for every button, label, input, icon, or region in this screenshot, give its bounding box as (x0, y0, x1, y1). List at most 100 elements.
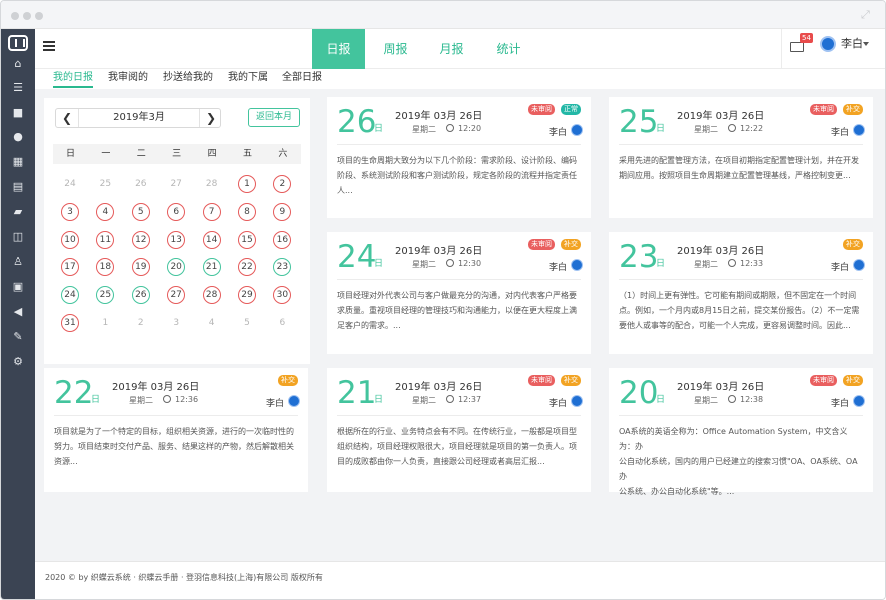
calendar-day[interactable]: 7 (202, 202, 221, 221)
calendar-day[interactable]: 10 (61, 230, 79, 249)
report-time: 12:30 (458, 259, 482, 268)
top-nav: 日报 周报 月报 统计 54 李白 (35, 29, 885, 69)
excerpt-line: 人... (337, 186, 353, 195)
calendar-day[interactable]: 22 (238, 258, 256, 277)
menu-toggle-icon[interactable] (43, 41, 55, 51)
window-zoom-dot[interactable] (35, 12, 43, 20)
expand-icon[interactable]: ⤢ (861, 9, 873, 21)
calendar-day[interactable]: 15 (238, 230, 256, 249)
users-icon[interactable]: ● (1, 126, 35, 148)
calendar-day[interactable]: 12 (131, 230, 150, 249)
mail-count-badge: 54 (800, 33, 813, 43)
list-icon[interactable]: ☰ (1, 77, 35, 99)
chevron-down-icon[interactable] (863, 42, 869, 46)
tab-stats[interactable]: 统计 (482, 29, 535, 69)
subtab-subordinates[interactable]: 我的下属 (228, 69, 268, 88)
report-card[interactable]: 24 日 2019年 03月 26日 星期二 12:30 补交 未审阅 李白 项目经理对外代表公… (327, 232, 591, 354)
briefcase-icon[interactable]: ■ (1, 102, 35, 124)
excerpt-line: 阶段、系统测试阶段和客户测试阶段，规定各阶段的流程并指定责任 (337, 171, 577, 180)
calendar-day[interactable]: 25 (96, 286, 115, 305)
calendar-day[interactable]: 9 (273, 202, 292, 221)
calendar-day[interactable]: 29 (238, 286, 256, 305)
calendar-day[interactable]: 6 (167, 202, 186, 221)
calendar-day[interactable]: 16 (273, 230, 292, 249)
tab-monthly[interactable]: 月报 (425, 29, 478, 69)
calendar-day[interactable]: 1 (96, 314, 114, 332)
calendar-day[interactable]: 21 (202, 258, 221, 277)
calendar-day[interactable]: 27 (167, 175, 185, 193)
tab-weekly[interactable]: 周报 (369, 29, 422, 69)
calendar-day[interactable]: 28 (203, 175, 221, 193)
calendar-day[interactable]: 5 (238, 314, 256, 332)
calendar-day[interactable]: 31 (61, 314, 79, 332)
report-weekday: 星期二 (412, 125, 436, 134)
home-icon[interactable]: ⌂ (1, 53, 35, 75)
report-card[interactable]: 21 日 2019年 03月 26日 星期二 12:37 补交 未审阅 李白 根据所在的行业、业… (327, 368, 591, 492)
calendar-day[interactable]: 5 (131, 202, 150, 221)
person-icon[interactable]: ♙ (1, 251, 35, 273)
megaphone-icon[interactable]: ◀ (1, 301, 35, 323)
subtab-reviewed[interactable]: 我审阅的 (108, 69, 148, 88)
calendar-day[interactable]: 28 (202, 286, 221, 305)
calendar-day[interactable]: 26 (131, 286, 150, 305)
calendar-day[interactable]: 27 (167, 286, 186, 305)
columns-icon[interactable]: ◫ (1, 226, 35, 248)
calendar-day[interactable]: 24 (61, 286, 79, 305)
calendar-day[interactable]: 25 (96, 175, 114, 193)
mail-icon[interactable] (790, 42, 804, 52)
user-name[interactable]: 李白 (841, 29, 863, 58)
calendar-day[interactable]: 19 (131, 258, 150, 277)
calendar-day[interactable]: 23 (273, 258, 292, 277)
report-card[interactable]: 26 日 2019年 03月 26日 星期二 12:20 正常 未审阅 李白 项目的生命周期大致… (327, 97, 591, 218)
calendar-day[interactable]: 2 (273, 175, 292, 193)
status-badge: 补交 (561, 375, 581, 386)
report-card[interactable]: 20 日 2019年 03月 26日 星期二 12:38 补交 未审阅 李白 OA系统的英语全称… (609, 368, 873, 496)
tab-daily[interactable]: 日报 (312, 29, 365, 69)
report-date: 2019年 03月 26日 (677, 382, 765, 393)
table-icon[interactable]: ▤ (1, 176, 35, 198)
calendar-day[interactable]: 18 (96, 258, 115, 277)
image-icon[interactable]: ▣ (1, 276, 35, 298)
report-date: 2019年 03月 26日 (677, 246, 765, 257)
report-time: 12:38 (740, 395, 764, 404)
back-to-current-month-button[interactable]: 返回本月 (248, 108, 300, 127)
calendar-day[interactable]: 1 (238, 175, 256, 193)
main-content: ❮ 2019年3月 ❯ 返回本月 日一二三四五六 24 25 26 27 28 1 2 3 4 5… (35, 89, 885, 561)
calendar-day[interactable]: 14 (202, 230, 221, 249)
app-logo-icon[interactable] (8, 35, 28, 51)
calendar-day[interactable]: 6 (273, 314, 291, 332)
calendar-icon[interactable]: ▦ (1, 151, 35, 173)
calendar-day[interactable]: 2 (132, 314, 150, 332)
calendar-day[interactable]: 17 (61, 258, 79, 277)
report-date: 2019年 03月 26日 (395, 111, 483, 122)
calendar-day[interactable]: 20 (167, 258, 186, 277)
book-icon[interactable]: ▰ (1, 201, 35, 223)
user-avatar[interactable] (820, 36, 836, 52)
card-divider (337, 415, 581, 416)
next-month-button[interactable]: ❯ (200, 109, 222, 127)
window-close-dot[interactable] (11, 12, 19, 20)
gavel-icon[interactable]: ✎ (1, 326, 35, 348)
calendar-day[interactable]: 3 (61, 202, 79, 221)
calendar-day[interactable]: 8 (238, 202, 256, 221)
calendar-day[interactable]: 26 (132, 175, 150, 193)
report-card[interactable]: 25 日 2019年 03月 26日 星期二 12:22 补交 未审阅 李白 采用先进的配置管理… (609, 97, 873, 218)
calendar-day[interactable]: 13 (167, 230, 186, 249)
subtab-all-reports[interactable]: 全部日报 (282, 69, 322, 88)
weekday-label: 六 (278, 149, 288, 159)
report-card[interactable]: 23 日 2019年 03月 26日 星期二 12:33 补交 李白 （1）时间上更有弹性。它… (609, 232, 873, 354)
clock-icon (163, 395, 171, 403)
gears-icon[interactable]: ⚙ (1, 351, 35, 373)
calendar-day[interactable]: 30 (273, 286, 292, 305)
calendar-day[interactable]: 3 (167, 314, 185, 332)
prev-month-button[interactable]: ❮ (56, 109, 78, 127)
window-minimize-dot[interactable] (23, 12, 31, 20)
report-card[interactable]: 22 日 2019年 03月 26日 星期二 12:36 补交 李白 项目就是为了一个特定的目… (44, 368, 308, 492)
calendar-day[interactable]: 11 (96, 230, 115, 249)
subtab-my-reports[interactable]: 我的日报 (53, 69, 93, 88)
calendar-day[interactable]: 4 (96, 202, 115, 221)
report-weekday: 星期二 (412, 260, 436, 269)
subtab-cc-to-me[interactable]: 抄送给我的 (163, 69, 213, 88)
calendar-day[interactable]: 24 (61, 175, 79, 193)
calendar-day[interactable]: 4 (203, 314, 221, 332)
